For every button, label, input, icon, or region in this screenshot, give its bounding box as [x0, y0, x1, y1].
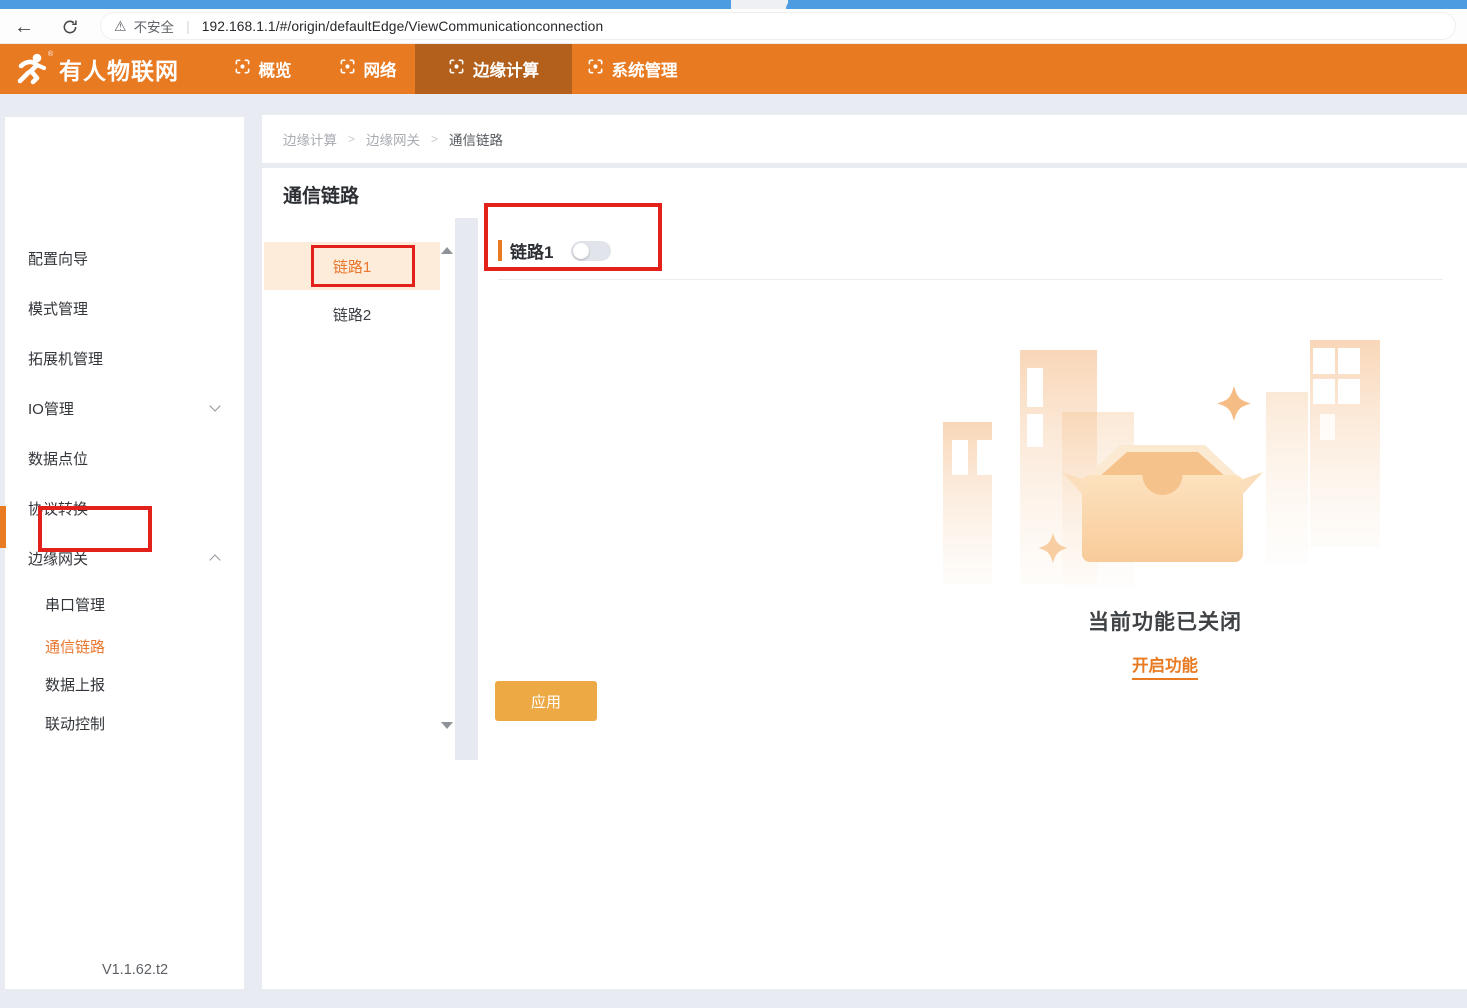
- enable-feature-link[interactable]: 开启功能: [1132, 652, 1198, 680]
- sidebar-item-label: 数据点位: [28, 448, 88, 469]
- tablist-scroll-up-icon[interactable]: [441, 247, 453, 254]
- link-tab-2[interactable]: 链路2: [264, 290, 440, 338]
- usr-person-logo-icon: ®: [15, 51, 51, 87]
- sidebar-item-protocol-conversion[interactable]: 协议转换: [5, 497, 244, 519]
- sidebar-item-data-points[interactable]: 数据点位: [5, 447, 244, 469]
- chevron-down-icon: [209, 400, 220, 411]
- toggle-knob: [573, 243, 589, 259]
- scan-icon: [587, 58, 604, 80]
- link-tab-1[interactable]: 链路1: [264, 242, 440, 290]
- link-tab-label: 链路1: [333, 256, 371, 277]
- sidebar-item-label: 模式管理: [28, 298, 88, 319]
- nav-tab-edge-computing[interactable]: 边缘计算: [415, 44, 572, 94]
- nav-tab-label: 系统管理: [612, 57, 678, 81]
- link-tab-label: 链路2: [333, 304, 371, 325]
- sidebar: 配置向导 模式管理 拓展机管理 IO管理 数据点位 协议转换 边缘网关 串口管理…: [5, 117, 244, 989]
- breadcrumb-item[interactable]: 边缘网关: [366, 129, 420, 149]
- scan-icon: [448, 58, 465, 80]
- breadcrumb: 边缘计算 > 边缘网关 > 通信链路: [262, 115, 1467, 163]
- app-logo: ® 有人物联网: [15, 44, 179, 94]
- registered-mark: ®: [48, 51, 53, 58]
- panel-divider: [455, 218, 478, 760]
- sidebar-item-label: 拓展机管理: [28, 348, 103, 369]
- sidebar-item-label: 边缘网关: [28, 548, 88, 569]
- empty-state-title: 当前功能已关闭: [930, 606, 1400, 636]
- browser-tab-strip-right: [786, 0, 1467, 9]
- sidebar-subitem-label: 联动控制: [45, 713, 105, 734]
- breadcrumb-separator: >: [348, 132, 355, 146]
- breadcrumb-item-current: 通信链路: [449, 129, 503, 149]
- nav-tab-label: 网络: [364, 57, 397, 81]
- nav-tab-label: 概览: [259, 57, 292, 81]
- not-secure-warning-icon: ⚠: [114, 18, 127, 35]
- sidebar-item-edge-gateway[interactable]: 边缘网关: [5, 547, 244, 569]
- sidebar-item-mode-management[interactable]: 模式管理: [5, 297, 244, 319]
- sidebar-subitem-label: 通信链路: [45, 636, 105, 657]
- sidebar-subitem-data-report[interactable]: 数据上报: [5, 673, 244, 695]
- back-button[interactable]: ←: [10, 13, 38, 41]
- scan-icon: [234, 58, 251, 80]
- link-section-header: 链路1: [498, 238, 611, 263]
- browser-tab-gap: [731, 0, 788, 9]
- nav-tab-overview[interactable]: 概览: [215, 44, 310, 94]
- sidebar-subitem-label: 串口管理: [45, 594, 105, 615]
- firmware-version: V1.1.62.t2: [5, 962, 265, 978]
- sidebar-subitem-serial-management[interactable]: 串口管理: [5, 593, 244, 615]
- nav-tab-label: 边缘计算: [473, 57, 539, 81]
- page-title: 通信链路: [283, 181, 359, 208]
- apply-button[interactable]: 应用: [495, 681, 597, 721]
- section-title: 链路1: [510, 238, 553, 263]
- sidebar-item-label: 协议转换: [28, 498, 88, 519]
- section-divider-line: [498, 279, 1443, 280]
- main-panel: 通信链路 链路1 链路2 链路1 应用: [262, 168, 1467, 989]
- sidebar-item-io-management[interactable]: IO管理: [5, 397, 244, 419]
- sidebar-item-config-wizard[interactable]: 配置向导: [5, 247, 244, 269]
- empty-state-illustration: [930, 330, 1400, 598]
- sidebar-subitem-linkage-control[interactable]: 联动控制: [5, 712, 244, 734]
- browser-toolbar: ← ⚠ 不安全 | 192.168.1.1/#/origin/defaultEd…: [0, 9, 1467, 44]
- security-label[interactable]: 不安全: [134, 16, 175, 36]
- refresh-button[interactable]: [56, 13, 84, 41]
- app-header: ® 有人物联网 概览 网络 边缘计算 系统管理: [0, 44, 1467, 94]
- sidebar-item-expander-management[interactable]: 拓展机管理: [5, 347, 244, 369]
- address-bar[interactable]: ⚠ 不安全 | 192.168.1.1/#/origin/defaultEdge…: [100, 12, 1456, 40]
- section-accent-bar: [498, 240, 502, 261]
- sidebar-active-indicator: [0, 506, 6, 548]
- address-separator: |: [186, 18, 190, 34]
- chevron-up-icon: [209, 554, 220, 565]
- logo-title: 有人物联网: [59, 52, 179, 86]
- breadcrumb-separator: >: [431, 132, 438, 146]
- sidebar-subitem-label: 数据上报: [45, 674, 105, 695]
- tablist-scroll-down-icon[interactable]: [441, 722, 453, 729]
- scan-icon: [339, 58, 356, 80]
- url-text[interactable]: 192.168.1.1/#/origin/defaultEdge/ViewCom…: [202, 19, 604, 34]
- sidebar-item-label: IO管理: [28, 398, 74, 419]
- nav-tab-network[interactable]: 网络: [320, 44, 415, 94]
- empty-state: 当前功能已关闭 开启功能: [930, 330, 1400, 680]
- link1-toggle[interactable]: [571, 241, 611, 261]
- breadcrumb-item[interactable]: 边缘计算: [283, 129, 337, 149]
- sidebar-item-label: 配置向导: [28, 248, 88, 269]
- nav-tab-system[interactable]: 系统管理: [572, 44, 692, 94]
- sidebar-subitem-communication-link[interactable]: 通信链路: [5, 635, 244, 657]
